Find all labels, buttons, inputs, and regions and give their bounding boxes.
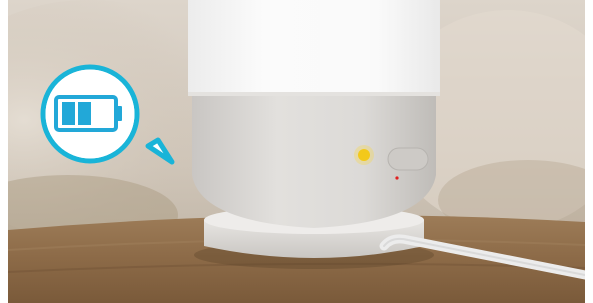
video-frame [8,0,585,303]
battery-cell-2 [78,102,91,125]
battery-cell-1 [62,102,75,125]
battery-badge [40,64,175,165]
battery-icon [54,95,122,132]
